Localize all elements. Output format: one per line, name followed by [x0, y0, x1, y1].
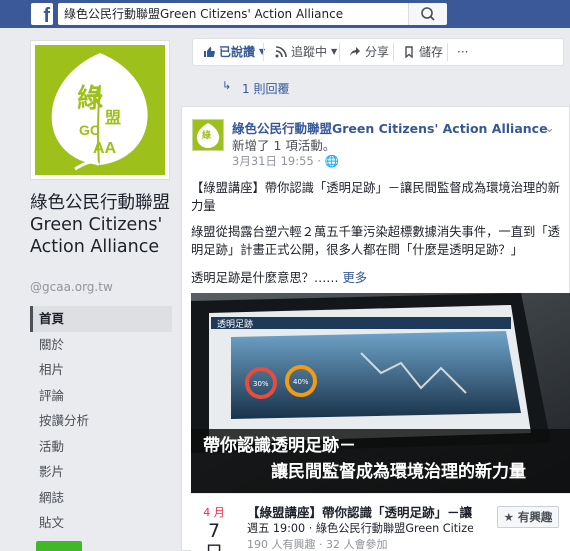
- svg-text:30%: 30%: [253, 380, 269, 388]
- post-text-paragraph: 【綠盟講座】帶你認識「透明足跡」－讓民間監督成為環境治理的新力量: [191, 181, 560, 213]
- bookmark-icon: [403, 46, 415, 59]
- facebook-logo-icon[interactable]: f: [31, 3, 53, 25]
- event-cover-photo[interactable]: 透明足跡 30% 40% 帶你認識透明足跡－ 讓民間監督成為環境治理的新力量: [191, 293, 570, 493]
- page-sidebar: 綠 盟 GC AA 綠色公民行動聯盟Green Citizens' Action…: [0, 28, 181, 551]
- page-handle[interactable]: @gcaa.org.tw: [30, 280, 113, 294]
- event-stats: 190 人有興趣 · 32 人會參加: [247, 538, 388, 551]
- page-action-bar: 已說讚 ▼ 追蹤中 ▼ 分享 儲存 ···: [192, 38, 564, 66]
- more-options-button[interactable]: ···: [451, 39, 474, 65]
- interested-button[interactable]: ★ 有興趣: [497, 506, 559, 528]
- event-day: 7日: [204, 520, 223, 551]
- page-avatar[interactable]: 綠: [192, 119, 224, 151]
- post-text-paragraph: 綠盟從揭露台塑六輕２萬五千筆污染超標數據消失事件，一直到「透明足跡」計畫正式公開…: [191, 225, 560, 257]
- nav-item-events[interactable]: 活動: [30, 434, 172, 460]
- svg-text:AA: AA: [93, 140, 117, 157]
- post-author-link[interactable]: 綠色公民行動聯盟Green Citizens' Action Alliance: [232, 121, 548, 136]
- page-title[interactable]: 綠色公民行動聯盟Green Citizens' Action Alliance: [30, 192, 180, 258]
- post-timestamp[interactable]: 3月31日 19:55 · 🌐: [232, 153, 339, 169]
- top-navigation-bar: f 綠色公民行動聯盟Green Citizens' Action Allianc…: [0, 0, 570, 28]
- page-navigation: 首頁 關於 相片 評論 按讚分析 活動 影片 網誌 貼文: [30, 306, 172, 536]
- profile-picture[interactable]: 綠 盟 GC AA: [30, 40, 170, 180]
- svg-text:盟: 盟: [105, 108, 121, 127]
- nav-item-notes[interactable]: 網誌: [30, 485, 172, 511]
- svg-text:透明足跡: 透明足跡: [217, 318, 253, 330]
- share-icon: [349, 46, 361, 58]
- event-title-link[interactable]: 【綠盟講座】帶你認識「透明足跡」－讓…: [247, 502, 473, 521]
- post-text-teaser: 透明足跡是什麼意思？……: [191, 271, 339, 285]
- event-month: 4 月: [203, 506, 225, 519]
- svg-text:GC: GC: [79, 122, 100, 138]
- more-icon: ···: [457, 45, 469, 59]
- divider: [263, 43, 264, 61]
- search-input[interactable]: 綠色公民行動聯盟Green Citizens' Action Alliance: [58, 3, 408, 25]
- share-label: 分享: [365, 45, 390, 59]
- post-time-text: 3月31日 19:55 ·: [232, 154, 325, 168]
- laptop-photo: 透明足跡 30% 40% 帶你認識透明足跡－ 讓民間監督成為環境治理的新力量: [191, 293, 570, 493]
- rss-icon: [275, 46, 287, 58]
- nav-item-home[interactable]: 首頁: [30, 306, 172, 332]
- divider: [393, 43, 394, 61]
- save-button[interactable]: 儲存: [397, 39, 449, 65]
- post-options-icon[interactable]: ⌄: [544, 121, 555, 136]
- event-meta: 週五 19:00 · 綠色公民行動聯盟Green Citizens' A…: [247, 522, 473, 535]
- search-button[interactable]: [408, 3, 447, 25]
- see-more-link[interactable]: 更多: [343, 271, 368, 285]
- svg-text:40%: 40%: [293, 378, 309, 386]
- svg-text:讓民間監督成為環境治理的新力量: 讓民間監督成為環境治理的新力量: [271, 461, 526, 482]
- post-text-paragraph: 透明足跡是什麼意思？…… 更多: [191, 269, 561, 287]
- liked-label: 已說讚: [219, 45, 256, 59]
- following-button[interactable]: 追蹤中 ▼: [269, 39, 343, 65]
- nav-item-about[interactable]: 關於: [30, 332, 172, 358]
- create-page-button[interactable]: [36, 541, 82, 551]
- reply-arrow-icon: ↳: [222, 79, 232, 92]
- share-button[interactable]: 分享: [343, 39, 395, 65]
- thumbs-up-icon: [203, 46, 215, 58]
- nav-item-reviews[interactable]: 評論: [30, 383, 172, 409]
- svg-text:綠: 綠: [202, 129, 212, 141]
- nav-item-photos[interactable]: 相片: [30, 357, 172, 383]
- gcaa-logo: 綠 盟 GC AA: [35, 45, 165, 175]
- nav-item-insights[interactable]: 按讚分析: [30, 408, 172, 434]
- post-action-text: 新增了 1 項活動。: [232, 138, 336, 153]
- event-date-badge: 4 月 7日: [199, 504, 229, 551]
- nav-item-videos[interactable]: 影片: [30, 459, 172, 485]
- post-card: 綠 綠色公民行動聯盟Green Citizens' Action Allianc…: [181, 106, 570, 551]
- svg-text:帶你認識透明足跡－: 帶你認識透明足跡－: [203, 435, 356, 456]
- search-icon: [421, 7, 435, 21]
- divider: [339, 43, 340, 61]
- following-label: 追蹤中: [291, 45, 328, 59]
- globe-icon: 🌐: [324, 154, 340, 168]
- event-attachment[interactable]: 4 月 7日 【綠盟講座】帶你認識「透明足跡」－讓… 週五 19:00 · 綠色…: [191, 493, 570, 551]
- save-label: 儲存: [419, 45, 444, 59]
- divider: [447, 43, 448, 61]
- post-header: 綠色公民行動聯盟Green Citizens' Action Alliance …: [232, 120, 562, 154]
- chevron-down-icon: ▼: [331, 47, 338, 56]
- nav-item-posts[interactable]: 貼文: [30, 510, 172, 536]
- liked-button[interactable]: 已說讚 ▼: [197, 39, 271, 65]
- svg-text:綠: 綠: [77, 83, 103, 114]
- replies-link[interactable]: 1 則回覆: [242, 80, 289, 97]
